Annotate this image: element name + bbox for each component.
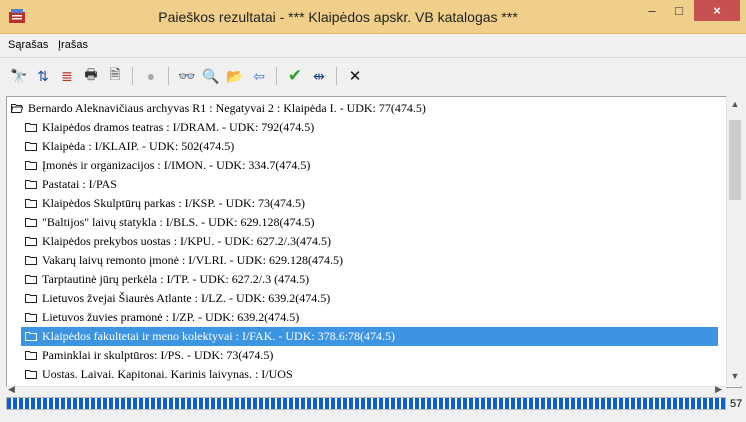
tree-item-label: Klaipėdos dramos teatras : I/DRAM. - UDK… [42, 120, 315, 134]
export-icon[interactable]: ⇦ [250, 67, 268, 85]
tree-item[interactable]: Tarptautinė jūrų perkėla : I/TP. - UDK: … [25, 270, 309, 289]
toolbar-separator [168, 67, 169, 85]
toolbar-separator [336, 67, 337, 85]
print-preview-icon[interactable]: 🗎 [106, 66, 124, 85]
scroll-up-icon[interactable]: ▲ [727, 96, 743, 112]
tree-item[interactable]: Klaipėda : I/KLAIP. - UDK: 502(474.5) [25, 137, 234, 156]
tree-item[interactable]: Įmonės ir organizacijos : I/IMON. - UDK:… [25, 156, 310, 175]
folder-icon [25, 122, 37, 133]
glasses-icon[interactable]: 👓 [178, 67, 196, 85]
folder-icon [25, 331, 37, 342]
tree-item[interactable]: Lietuvos žvejai Šiaurės Atlante : I/LZ. … [25, 289, 330, 308]
folder-icon [25, 293, 37, 304]
window-title: Paieškos rezultatai - *** Klaipėdos apsk… [158, 9, 518, 25]
folder-icon [25, 274, 37, 285]
fit-width-icon[interactable]: ⇹ [310, 67, 328, 85]
checkmark-icon[interactable]: ✔ [286, 66, 304, 85]
find-icon[interactable]: 🔭 [10, 67, 28, 85]
close-window-button[interactable]: × [694, 0, 740, 21]
menu-sarasas[interactable]: Sąrašas [8, 39, 48, 51]
record-count: 57 [730, 398, 743, 410]
tree-item-label: Bernardo Aleknavičiaus archyvas R1 : Neg… [28, 101, 426, 115]
open-folder-icon[interactable]: 📂 [226, 67, 244, 85]
folder-icon [25, 198, 37, 209]
menu-bar: Sąrašas Įrašas [0, 34, 746, 58]
title-bar: Paieškos rezultatai - *** Klaipėdos apsk… [0, 0, 746, 34]
tree-item[interactable]: Klaipėdos Skulptūrų parkas : I/KSP. - UD… [25, 194, 305, 213]
progress-fill [7, 398, 725, 409]
sort-list-icon[interactable]: ≣ [58, 67, 76, 85]
tree-item-label: Pastatai : I/PAS [42, 177, 117, 191]
tree-item-label: Tarptautinė jūrų perkėla : I/TP. - UDK: … [42, 272, 310, 286]
tree-item[interactable]: Pastatai : I/PAS [25, 175, 117, 194]
tree-item-label: Paminklai ir skulptūros: I/PS. - UDK: 73… [42, 348, 274, 362]
tree-item-label: Lietuvos žvejai Šiaurės Atlante : I/LZ. … [42, 291, 331, 305]
folder-icon [25, 141, 37, 152]
folder-icon [25, 236, 37, 247]
binoculars-icon[interactable]: 🔍 [202, 67, 220, 85]
maximize-button[interactable]: □ [666, 0, 692, 21]
tree-item[interactable]: Klaipėdos prekybos uostas : I/KPU. - UDK… [25, 232, 331, 251]
horizontal-scrollbar[interactable]: ◀ ▶ [6, 384, 726, 396]
progress-bar [6, 397, 726, 410]
folder-icon [25, 217, 37, 228]
scroll-down-icon[interactable]: ▼ [727, 368, 743, 384]
menu-irasas[interactable]: Įrašas [58, 39, 88, 51]
open-folder-icon [11, 103, 23, 114]
close-icon[interactable]: ✕ [346, 67, 364, 85]
tree-item[interactable]: Uostas. Laivai. Kapitonai. Karinis laivy… [25, 365, 293, 384]
toolbar-separator [132, 67, 133, 85]
print-icon[interactable]: 🖶 [82, 66, 100, 85]
scroll-right-icon[interactable]: ▶ [715, 384, 722, 395]
tree-item-label: Vakarų laivų remonto įmonė : I/VLRI. - U… [42, 253, 343, 267]
folder-icon [25, 179, 37, 190]
scroll-thumb[interactable] [729, 120, 741, 200]
tree-item[interactable]: Lietuvos žuvies pramonė : I/ZP. - UDK: 6… [25, 308, 299, 327]
folder-icon [25, 369, 37, 380]
tree-item-label: Klaipėdos fakultetai ir meno kolektyvai … [42, 329, 396, 343]
tree-item-label: Uostas. Laivai. Kapitonai. Karinis laivy… [42, 367, 293, 381]
tree-item[interactable]: "Baltijos" laivų statykla : I/BLS. - UDK… [25, 213, 314, 232]
folder-icon [25, 350, 37, 361]
tree-item[interactable]: Vakarų laivų remonto įmonė : I/VLRI. - U… [25, 251, 343, 270]
toolbar: 🔭 ⇅ ≣ 🖶 🗎 ● 👓 🔍 📂 ⇦ ✔ ⇹ ✕ [0, 59, 746, 93]
scroll-left-icon[interactable]: ◀ [8, 384, 15, 395]
tree-item[interactable]: Paminklai ir skulptūros: I/PS. - UDK: 73… [25, 346, 273, 365]
sort-az-icon[interactable]: ⇅ [34, 67, 52, 85]
tree-item-label: Klaipėdos Skulptūrų parkas : I/KSP. - UD… [42, 196, 305, 210]
tree-root-item[interactable]: Bernardo Aleknavičiaus archyvas R1 : Neg… [11, 99, 426, 118]
tree-item-selected[interactable]: Klaipėdos fakultetai ir meno kolektyvai … [21, 327, 718, 346]
tree-item-label: Lietuvos žuvies pramonė : I/ZP. - UDK: 6… [42, 310, 300, 324]
folder-icon [25, 312, 37, 323]
results-tree[interactable]: Bernardo Aleknavičiaus archyvas R1 : Neg… [6, 96, 742, 388]
tree-item-label: Įmonės ir organizacijos : I/IMON. - UDK:… [42, 158, 311, 172]
tree-item[interactable]: Klaipėdos dramos teatras : I/DRAM. - UDK… [25, 118, 314, 137]
tree-item-label: "Baltijos" laivų statykla : I/BLS. - UDK… [42, 215, 315, 229]
vertical-scrollbar[interactable]: ▲ ▼ [726, 96, 742, 386]
minimize-button[interactable]: – [639, 0, 665, 21]
folder-icon [25, 255, 37, 266]
tree-item-label: Klaipėda : I/KLAIP. - UDK: 502(474.5) [42, 139, 235, 153]
folder-icon [25, 160, 37, 171]
tree-item-label: Klaipėdos prekybos uostas : I/KPU. - UDK… [42, 234, 331, 248]
app-icon [9, 9, 25, 23]
toolbar-separator [276, 67, 277, 85]
stop-icon[interactable]: ● [142, 67, 160, 85]
